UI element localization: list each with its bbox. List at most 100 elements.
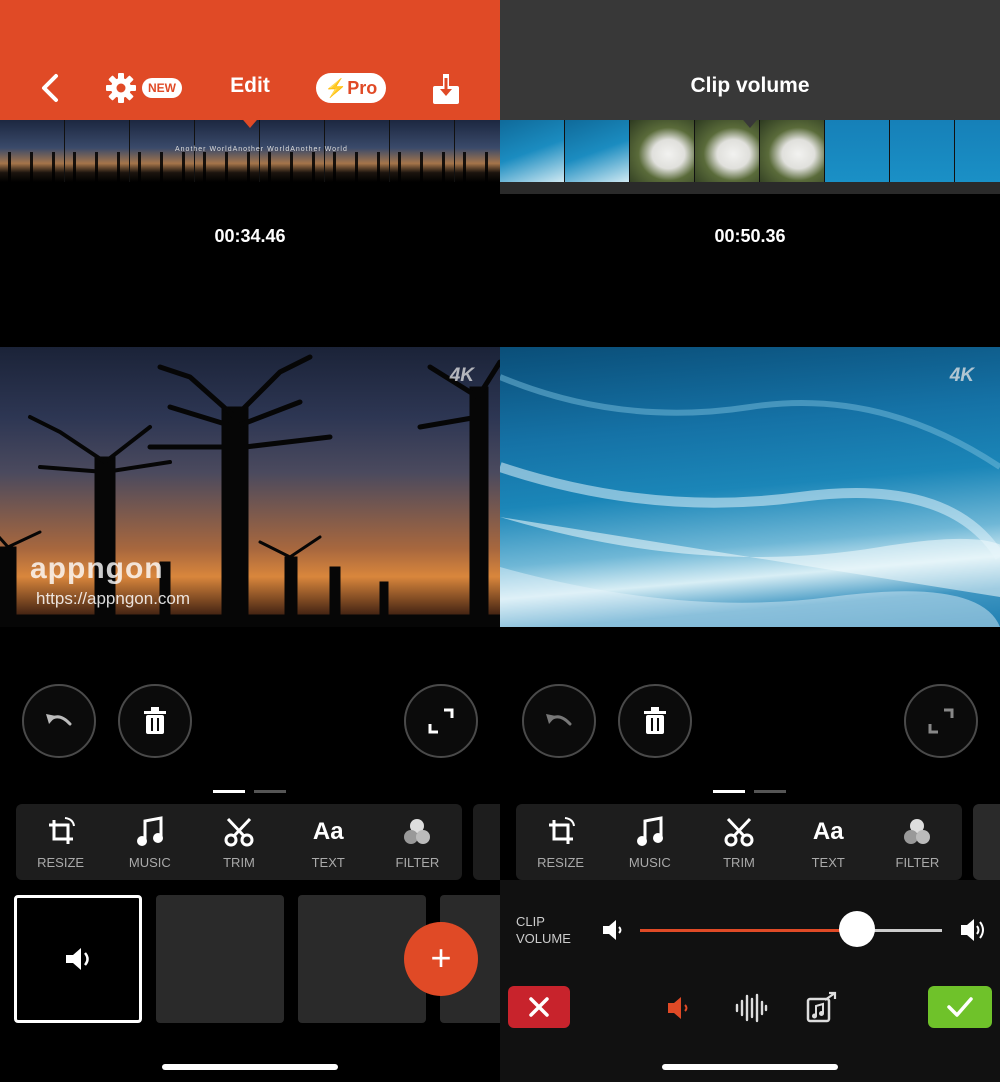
undo-button[interactable] (522, 684, 596, 758)
speaker-icon (66, 948, 89, 970)
tool-label: TRIM (723, 855, 755, 870)
page-title: Edit (230, 74, 270, 97)
trash-icon (144, 707, 166, 734)
add-clip-button[interactable]: + (404, 922, 478, 996)
tool-more[interactable] (973, 804, 1000, 880)
tool-label: TEXT (311, 855, 345, 870)
volume-slider-fill (640, 929, 858, 932)
tool-label: FILTER (895, 855, 940, 870)
tool-resize[interactable]: RESIZE (16, 804, 105, 880)
clip-volume-header: Clip volume (500, 0, 1000, 120)
volume-panel (500, 880, 1000, 1082)
filmstrip-frame (565, 120, 630, 182)
page-title: Clip volume (690, 74, 810, 97)
clip-volume-label-line1: CLIP (516, 914, 545, 929)
fullscreen-button[interactable] (904, 684, 978, 758)
delete-button[interactable] (618, 684, 692, 758)
filmstrip-frame (890, 120, 955, 182)
tool-label: MUSIC (628, 855, 671, 870)
page-indicator-active (213, 790, 245, 793)
watermark-url: https://appngon.com (36, 589, 191, 608)
crop-rotate-icon (548, 817, 575, 844)
watermark-brand: appngon (30, 552, 164, 585)
volume-low-icon (603, 920, 622, 940)
extract-audio-icon[interactable] (805, 990, 839, 1024)
volume-slider-track[interactable] (640, 929, 942, 932)
expand-icon (428, 708, 454, 734)
filmstrip-frame (955, 120, 1000, 182)
playhead-pointer (738, 114, 762, 128)
pro-button[interactable]: ⚡Pro (316, 73, 386, 103)
confirm-button[interactable] (928, 986, 992, 1028)
clip-tile[interactable] (156, 895, 284, 1023)
filmstrip-frame (825, 120, 890, 182)
tool-label: RESIZE (37, 855, 85, 870)
tool-music[interactable]: MUSIC (105, 804, 194, 880)
scissors-icon (724, 817, 754, 847)
filmstrip-frame (0, 120, 65, 182)
filter-circles-icon (404, 819, 431, 844)
filmstrip-frame (695, 120, 760, 182)
timecode: 00:34.46 (214, 226, 286, 246)
filmstrip-frame (760, 120, 825, 182)
checkmark-icon (947, 997, 973, 1017)
text-aa-icon: Aa (312, 818, 344, 845)
tool-text[interactable]: Aa TEXT (284, 804, 373, 880)
filmstrip-frame (390, 120, 455, 182)
tool-label: MUSIC (128, 855, 171, 870)
volume-high-icon (961, 919, 984, 941)
tools-bar: RESIZE MUSIC TRIM Aa TEXT FILTER (516, 804, 962, 880)
undo-icon (546, 714, 572, 726)
edit-header: NEW Edit ⚡Pro (0, 0, 500, 120)
filmstrip-frame (65, 120, 130, 182)
playhead-pointer (238, 114, 262, 128)
4k-badge: 4K (449, 365, 474, 386)
clip-volume-screen: Clip volume 00:50.36 4K RESIZE MUSIC TRI… (500, 0, 1000, 1082)
tool-label: FILTER (395, 855, 440, 870)
expand-icon (928, 708, 954, 734)
undo-button[interactable] (22, 684, 96, 758)
filmstrip-frame (500, 120, 565, 182)
crop-rotate-icon (48, 817, 75, 844)
timeline-filmstrip[interactable] (500, 120, 1000, 182)
text-aa-icon: Aa (812, 818, 844, 845)
cancel-button[interactable] (508, 986, 570, 1028)
pro-label: Pro (347, 78, 378, 98)
timecode: 00:50.36 (714, 226, 786, 246)
clip-volume-tile[interactable] (14, 895, 142, 1023)
ocean-wave-image (500, 374, 1000, 627)
tool-music[interactable]: MUSIC (605, 804, 694, 880)
download-icon[interactable] (431, 72, 461, 106)
delete-button[interactable] (118, 684, 192, 758)
tool-resize[interactable]: RESIZE (516, 804, 605, 880)
filmstrip-base (500, 182, 1000, 194)
tool-label: TRIM (223, 855, 255, 870)
filter-circles-icon (904, 819, 931, 844)
page-indicator-active (713, 790, 745, 793)
music-note-icon (136, 816, 163, 846)
filmstrip-frame (455, 120, 500, 182)
undo-icon (46, 714, 72, 726)
filmstrip-title-text: Another WorldAnother WorldAnother World (175, 146, 348, 153)
filmstrip-base (0, 182, 500, 194)
page-indicator (254, 790, 286, 793)
music-note-icon (636, 816, 663, 846)
home-indicator (662, 1064, 838, 1070)
tool-filter[interactable]: FILTER (873, 804, 962, 880)
tool-trim[interactable]: TRIM (694, 804, 783, 880)
clip-volume-label-line2: VOLUME (516, 931, 571, 946)
scissors-icon (224, 817, 254, 847)
audio-waveform-icon[interactable] (734, 993, 768, 1023)
fullscreen-button[interactable] (404, 684, 478, 758)
tools-bar: RESIZE MUSIC TRIM Aa TEXT FILTER (16, 804, 462, 880)
tool-filter[interactable]: FILTER (373, 804, 462, 880)
tool-trim[interactable]: TRIM (194, 804, 283, 880)
tool-text[interactable]: Aa TEXT (784, 804, 873, 880)
tool-label: TEXT (811, 855, 845, 870)
filmstrip-frame (630, 120, 695, 182)
mute-speaker-icon[interactable] (666, 995, 692, 1021)
page-indicator (754, 790, 786, 793)
tool-label: RESIZE (537, 855, 585, 870)
video-preview[interactable]: 4K (500, 347, 1000, 627)
tool-more[interactable] (473, 804, 500, 880)
